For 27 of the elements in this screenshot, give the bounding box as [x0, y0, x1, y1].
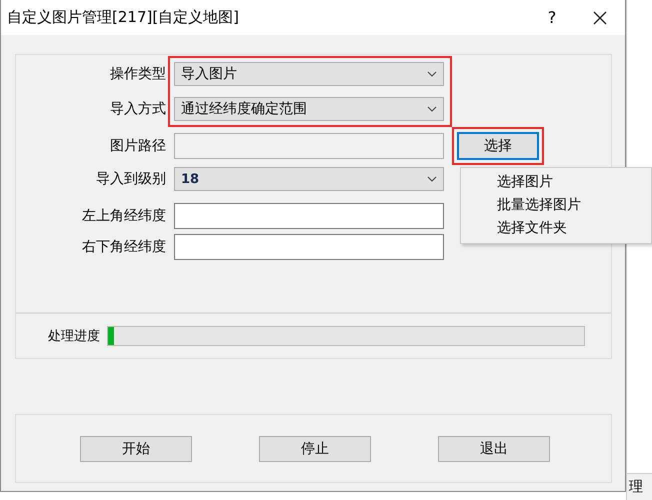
- background-text: 理: [629, 478, 643, 496]
- input-field[interactable]: [174, 234, 444, 260]
- chevron-down-icon: [427, 176, 437, 182]
- field-label: 右下角经纬度: [82, 238, 166, 256]
- chevron-down-icon: [427, 106, 437, 112]
- menu-item[interactable]: 批量选择图片: [461, 194, 651, 217]
- input-field[interactable]: [174, 203, 444, 229]
- dropdown[interactable]: 18: [174, 167, 444, 191]
- menu-item[interactable]: 选择图片: [461, 171, 651, 194]
- progress-label: 处理进度: [48, 328, 100, 345]
- close-icon: [593, 10, 607, 24]
- dialog-button[interactable]: 退出: [438, 436, 550, 462]
- dialog-button[interactable]: 停止: [259, 436, 371, 462]
- field-label: 图片路径: [110, 137, 166, 155]
- dropdown[interactable]: 通过经纬度确定范围: [174, 97, 444, 121]
- select-button[interactable]: 选择: [457, 132, 539, 160]
- input-field[interactable]: [174, 133, 444, 159]
- dialog-button[interactable]: 开始: [80, 436, 192, 462]
- dropdown[interactable]: 导入图片: [174, 62, 444, 86]
- window-title: 自定义图片管理[217][自定义地图]: [7, 8, 240, 27]
- field-label: 操作类型: [110, 65, 166, 83]
- chevron-down-icon: [427, 71, 437, 77]
- field-label: 导入到级别: [96, 170, 166, 188]
- help-button[interactable]: ?: [529, 0, 575, 35]
- field-label: 左上角经纬度: [82, 207, 166, 225]
- field-label: 导入方式: [110, 100, 166, 118]
- menu-item[interactable]: 选择文件夹: [461, 217, 651, 240]
